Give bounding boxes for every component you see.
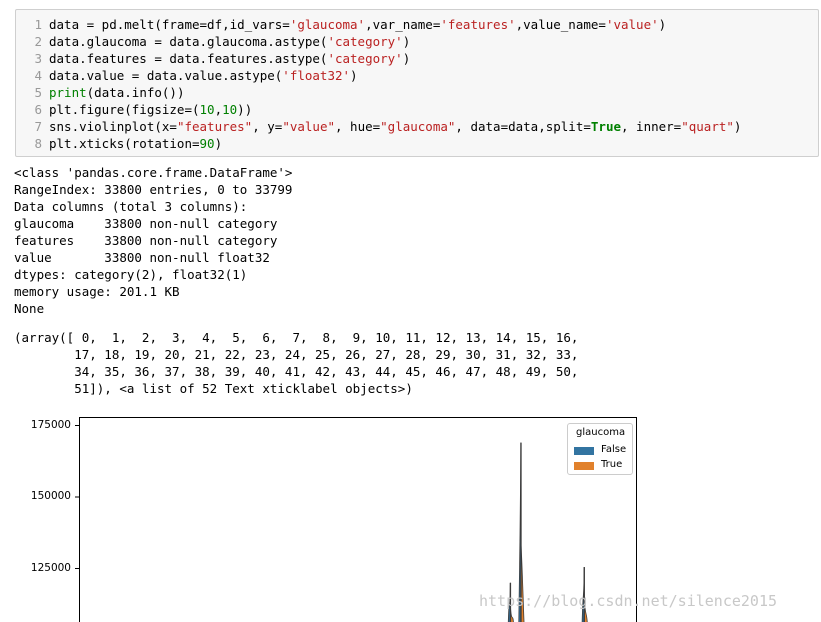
code-line[interactable]: 2 data.glaucoma = data.glaucoma.astype('c… [16,33,816,50]
code-line[interactable]: 4 data.value = data.value.astype('float32… [16,67,816,84]
array-output-line: 17, 18, 19, 20, 21, 22, 23, 24, 25, 26, … [14,347,579,362]
info-output-line: dtypes: category(2), float32(1) [14,267,248,282]
line-number: 2 [34,34,42,49]
plot-legend: glaucoma False True [567,423,633,475]
line-number: 4 [34,68,42,83]
info-output-line: glaucoma 33800 non-null category [14,216,278,231]
line-number: 3 [34,51,42,66]
legend-title: glaucoma [576,427,626,438]
code-text[interactable]: print(data.info()) [49,84,184,101]
violin-plot: 175000 150000 125000 glaucoma False True [0,405,821,622]
y-tick-label: 150000 [30,490,71,502]
info-output-line: RangeIndex: 33800 entries, 0 to 33799 [14,182,293,197]
code-text[interactable]: sns.violinplot(x="features", y="value", … [49,118,741,135]
output-spacer [14,317,794,329]
line-number: 6 [34,102,42,117]
array-output-line: 34, 35, 36, 37, 38, 39, 40, 41, 42, 43, … [14,364,579,379]
y-tick-label: 125000 [30,561,71,574]
info-output-line: value 33800 non-null float32 [14,250,270,265]
code-text[interactable]: data.value = data.value.astype('float32'… [49,67,358,84]
array-output-line: (array([ 0, 1, 2, 3, 4, 5, 6, 7, 8, 9, 1… [14,330,579,345]
legend-label-true: True [601,459,623,470]
watermark: https://blog.csdn.net/silence2015 [479,592,778,610]
code-line[interactable]: 6 plt.figure(figsize=(10,10)) [16,101,816,118]
plot-canvas [75,417,637,622]
y-tick-label: 175000 [30,418,71,431]
legend-swatch-true [574,462,594,470]
array-output-line: 51]), <a list of 52 Text xticklabel obje… [14,381,413,396]
info-output-line: None [14,301,45,316]
cell-output: <class 'pandas.core.frame.DataFrame'> Ran… [14,164,794,397]
info-output-line: <class 'pandas.core.frame.DataFrame'> [14,165,293,180]
code-line[interactable]: 3 data.features = data.features.astype('c… [16,50,816,67]
code-text[interactable]: data.features = data.features.astype('ca… [49,50,410,67]
line-number: 7 [34,119,42,134]
info-output-line: features 33800 non-null category [14,233,278,248]
code-text[interactable]: data.glaucoma = data.glaucoma.astype('ca… [49,33,410,50]
line-number: 5 [34,85,42,100]
code-text[interactable]: plt.figure(figsize=(10,10)) [49,101,252,118]
code-line[interactable]: 7 sns.violinplot(x="features", y="value",… [16,118,816,135]
legend-swatch-false [574,447,594,455]
code-text[interactable]: plt.xticks(rotation=90) [49,135,222,152]
line-number: 1 [34,17,42,32]
legend-label-false: False [601,444,627,455]
code-cell[interactable]: 1 data = pd.melt(frame=df,id_vars='glauco… [15,9,819,157]
info-output-line: memory usage: 201.1 KB [14,284,180,299]
code-line[interactable]: 1 data = pd.melt(frame=df,id_vars='glauco… [16,16,816,33]
line-number: 8 [34,136,42,151]
info-output-line: Data columns (total 3 columns): [14,199,248,214]
code-line[interactable]: 5 print(data.info()) [16,84,816,101]
code-line[interactable]: 8 plt.xticks(rotation=90) [16,135,816,152]
code-text[interactable]: data = pd.melt(frame=df,id_vars='glaucom… [49,16,666,33]
